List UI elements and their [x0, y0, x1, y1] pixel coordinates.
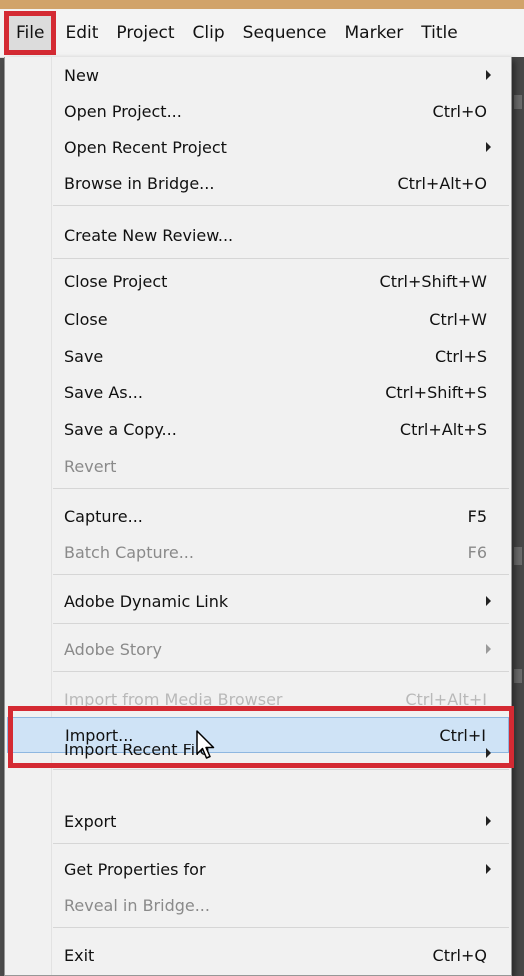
menu-item-label: Open Recent Project: [64, 137, 227, 157]
menu-item-exit[interactable]: Exit Ctrl+Q: [7, 937, 509, 973]
menu-separator: [53, 258, 509, 259]
menu-separator: [53, 574, 509, 575]
panel-edge-notch: [514, 547, 522, 565]
menu-item-shortcut: Ctrl+Shift+W: [379, 271, 487, 291]
menu-item-label: Import from Media Browser: [64, 689, 283, 709]
menu-item-shortcut: Ctrl+Alt+O: [397, 173, 487, 193]
submenu-arrow-icon: [486, 816, 491, 826]
menu-item-browse-in-bridge[interactable]: Browse in Bridge... Ctrl+Alt+O: [7, 165, 509, 201]
menu-item-label: Browse in Bridge...: [64, 173, 215, 193]
menu-item-label: Get Properties for: [64, 859, 206, 879]
menu-item-label: Exit: [64, 945, 95, 965]
menu-item-capture[interactable]: Capture... F5: [7, 498, 509, 534]
menu-item-shortcut: Ctrl+Alt+S: [399, 419, 487, 439]
menu-item-label: Save a Copy...: [64, 419, 177, 439]
menu-item-import-from-media-browser: Import from Media Browser Ctrl+Alt+I: [7, 681, 509, 717]
menu-item-save-as[interactable]: Save As... Ctrl+Shift+S: [7, 374, 509, 410]
menu-item-save-a-copy[interactable]: Save a Copy... Ctrl+Alt+S: [7, 411, 509, 447]
menu-item-label: Batch Capture...: [64, 542, 194, 562]
app-background-edge: [510, 57, 524, 976]
menu-item-shortcut: Ctrl+Shift+S: [385, 382, 487, 402]
menu-item-label: Create New Review...: [64, 225, 234, 245]
menu-item-open-project[interactable]: Open Project... Ctrl+O: [7, 93, 509, 129]
menu-item-import-recent-file[interactable]: Import Recent File: [7, 744, 509, 766]
menu-edit[interactable]: Edit: [56, 9, 107, 57]
menu-item-label: Save: [64, 346, 104, 366]
menu-item-batch-capture: Batch Capture... F6: [7, 534, 509, 570]
menu-item-close[interactable]: Close Ctrl+W: [7, 301, 509, 337]
menu-item-export[interactable]: Export: [7, 803, 509, 839]
menu-file[interactable]: File: [4, 11, 57, 55]
menu-marker[interactable]: Marker: [336, 9, 413, 57]
submenu-arrow-icon: [486, 596, 491, 606]
menu-item-new[interactable]: New: [7, 57, 509, 93]
menu-item-open-recent-project[interactable]: Open Recent Project: [7, 129, 509, 165]
menu-separator: [53, 843, 509, 844]
menu-item-label: Close: [64, 309, 108, 329]
menu-item-label: Adobe Dynamic Link: [64, 591, 229, 611]
menu-item-shortcut: Ctrl+W: [429, 309, 487, 329]
menu-item-label: Save As...: [64, 382, 143, 402]
submenu-arrow-icon: [486, 142, 491, 152]
file-menu-dropdown: New Open Project... Ctrl+O Open Recent P…: [4, 57, 512, 976]
mouse-cursor-icon: [196, 730, 215, 759]
menu-item-label: Adobe Story: [64, 639, 162, 659]
menu-item-shortcut: Ctrl+O: [432, 101, 487, 121]
menu-item-label: Close Project: [64, 271, 168, 291]
menu-item-shortcut: Ctrl+I: [439, 725, 486, 745]
menu-item-label: Export: [64, 811, 117, 831]
menu-item-shortcut: F5: [467, 506, 487, 526]
menu-item-save[interactable]: Save Ctrl+S: [7, 338, 509, 374]
menu-separator: [53, 927, 509, 928]
submenu-arrow-icon: [486, 644, 491, 654]
menu-item-create-new-review[interactable]: Create New Review...: [7, 217, 509, 253]
menu-separator: [53, 488, 509, 489]
menu-item-revert: Revert: [7, 448, 509, 484]
menu-separator: [53, 671, 509, 672]
menu-item-adobe-dynamic-link[interactable]: Adobe Dynamic Link: [7, 583, 509, 619]
menu-separator: [53, 769, 509, 770]
menu-item-reveal-in-bridge: Reveal in Bridge...: [7, 887, 509, 923]
menu-bar: File Edit Project Clip Sequence Marker T…: [0, 9, 524, 58]
panel-edge-notch: [514, 669, 522, 683]
menu-item-label: Capture...: [64, 506, 143, 526]
screen: File Edit Project Clip Sequence Marker T…: [0, 0, 524, 976]
menu-item-label: Import...: [65, 725, 134, 745]
submenu-arrow-icon: [486, 70, 491, 80]
menu-item-label: Import Recent File: [64, 744, 210, 759]
menu-separator: [53, 623, 509, 624]
menu-item-label: Open Project...: [64, 101, 182, 121]
window-accent-strip: [0, 0, 524, 9]
submenu-arrow-icon: [486, 864, 491, 874]
menu-project[interactable]: Project: [107, 9, 183, 57]
menu-item-close-project[interactable]: Close Project Ctrl+Shift+W: [7, 263, 509, 299]
menu-clip[interactable]: Clip: [184, 9, 234, 57]
menu-item-label: Revert: [64, 456, 117, 476]
panel-edge-notch: [514, 95, 522, 109]
submenu-arrow-icon: [486, 748, 491, 758]
menu-title[interactable]: Title: [412, 9, 466, 57]
menu-item-label: New: [64, 65, 99, 85]
menu-separator: [53, 205, 509, 206]
menu-item-label: Reveal in Bridge...: [64, 895, 210, 915]
menu-item-shortcut: Ctrl+Q: [432, 945, 487, 965]
menu-item-shortcut: F6: [467, 542, 487, 562]
menu-item-get-properties-for[interactable]: Get Properties for: [7, 851, 509, 887]
menu-item-adobe-story: Adobe Story: [7, 631, 509, 667]
menu-item-shortcut: Ctrl+S: [434, 346, 487, 366]
menu-sequence[interactable]: Sequence: [234, 9, 336, 57]
menu-item-shortcut: Ctrl+Alt+I: [405, 689, 487, 709]
